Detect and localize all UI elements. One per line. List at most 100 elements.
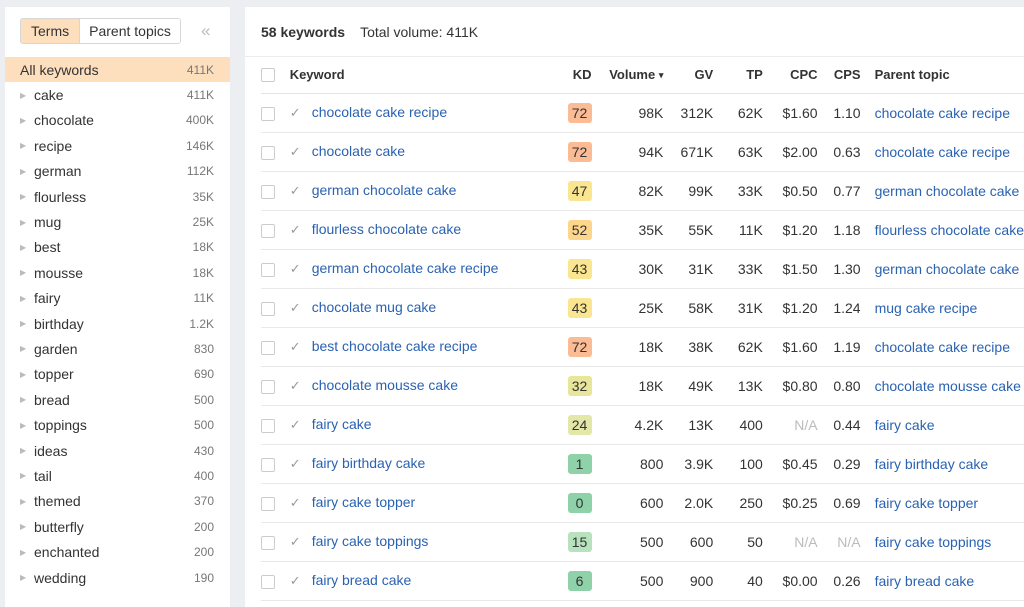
keyword-link[interactable]: german chocolate cake recipe: [312, 260, 499, 276]
row-checkbox[interactable]: [261, 496, 275, 511]
col-volume[interactable]: Volume ▾: [598, 56, 671, 94]
tree-item-label: best: [34, 239, 61, 256]
tree-item-label: toppings: [34, 417, 87, 434]
parent-topic-link[interactable]: chocolate mousse cake: [875, 378, 1021, 394]
expand-arrow-icon[interactable]: ▶: [20, 471, 34, 480]
tree-item-label: chocolate: [34, 112, 94, 129]
expand-arrow-icon[interactable]: ▶: [20, 395, 34, 404]
expand-arrow-icon[interactable]: ▶: [20, 319, 34, 328]
expand-arrow-icon[interactable]: ▶: [20, 497, 34, 506]
tree-item[interactable]: ▶ bread 500: [5, 387, 230, 412]
parent-topic-link[interactable]: chocolate cake recipe: [875, 144, 1010, 160]
expand-arrow-icon[interactable]: ▶: [20, 116, 34, 125]
tab-parent-topics[interactable]: Parent topics: [80, 19, 180, 43]
tree-item[interactable]: ▶ german 112K: [5, 159, 230, 184]
tree-item[interactable]: ▶ flourless 35K: [5, 184, 230, 209]
tree-item[interactable]: ▶ mug 25K: [5, 209, 230, 234]
parent-topic-link[interactable]: fairy bread cake: [875, 573, 975, 589]
row-checkbox[interactable]: [261, 106, 275, 121]
parent-topic-link[interactable]: german chocolate cake: [875, 183, 1020, 199]
table-row: ✓ german chocolate cake 47 82K 99K 33K $0.50 0.…: [261, 171, 1024, 211]
keyword-link[interactable]: best chocolate cake recipe: [312, 338, 478, 354]
keyword-link[interactable]: chocolate cake: [312, 143, 405, 159]
expand-arrow-icon[interactable]: ▶: [20, 344, 34, 353]
tree-item[interactable]: ▶ ideas 430: [5, 438, 230, 463]
row-checkbox[interactable]: [261, 145, 275, 160]
tree-item[interactable]: ▶ chocolate 400K: [5, 108, 230, 133]
row-checkbox[interactable]: [261, 457, 275, 472]
col-tp[interactable]: TP: [720, 56, 770, 94]
tree-item[interactable]: ▶ enchanted 200: [5, 539, 230, 564]
parent-topic-link[interactable]: chocolate cake recipe: [875, 105, 1010, 121]
parent-topic-link[interactable]: chocolate cake recipe: [875, 339, 1010, 355]
col-keyword[interactable]: Keyword: [282, 56, 551, 94]
tree-item[interactable]: ▶ best 18K: [5, 235, 230, 260]
keyword-link[interactable]: chocolate mug cake: [312, 299, 437, 315]
keyword-link[interactable]: fairy bread cake: [312, 572, 412, 588]
row-checkbox[interactable]: [261, 535, 275, 550]
tree-item[interactable]: ▶ tail 400: [5, 463, 230, 488]
expand-arrow-icon[interactable]: ▶: [20, 192, 34, 201]
collapse-sidebar-icon[interactable]: «: [201, 22, 210, 39]
parent-topic-link[interactable]: mug cake recipe: [875, 300, 978, 316]
row-checkbox[interactable]: [261, 574, 275, 589]
col-kd[interactable]: KD: [550, 56, 599, 94]
tree-item[interactable]: ▶ cake 411K: [5, 82, 230, 107]
row-checkbox[interactable]: [261, 418, 275, 433]
col-gv[interactable]: GV: [670, 56, 721, 94]
expand-arrow-icon[interactable]: ▶: [20, 573, 34, 582]
keyword-link[interactable]: flourless chocolate cake: [312, 221, 461, 237]
select-all-checkbox[interactable]: [261, 68, 275, 83]
keyword-link[interactable]: german chocolate cake: [312, 182, 457, 198]
parent-topic-link[interactable]: fairy cake topper: [875, 495, 979, 511]
tree-item[interactable]: ▶ butterfly 200: [5, 514, 230, 539]
tree-item[interactable]: ▶ fairy 11K: [5, 286, 230, 311]
row-checkbox[interactable]: [261, 301, 275, 316]
tree-item[interactable]: ▶ garden 830: [5, 336, 230, 361]
row-checkbox[interactable]: [261, 223, 275, 238]
expand-arrow-icon[interactable]: ▶: [20, 268, 34, 277]
keyword-link[interactable]: fairy cake topper: [312, 494, 416, 510]
expand-arrow-icon[interactable]: ▶: [20, 141, 34, 150]
expand-arrow-icon[interactable]: ▶: [20, 548, 34, 557]
expand-arrow-icon[interactable]: ▶: [20, 294, 34, 303]
parent-topic-link[interactable]: german chocolate cake: [875, 261, 1020, 277]
row-checkbox[interactable]: [261, 340, 275, 355]
tree-item[interactable]: ▶ wedding 190: [5, 565, 230, 590]
parent-topic-cell: chocolate cake recipe: [867, 132, 1024, 172]
keyword-link[interactable]: chocolate mousse cake: [312, 377, 458, 393]
col-cps[interactable]: CPS: [824, 56, 868, 94]
col-parent-topic[interactable]: Parent topic: [867, 56, 1024, 94]
tree-item-label: topper: [34, 366, 74, 383]
row-checkbox[interactable]: [261, 262, 275, 277]
expand-arrow-icon[interactable]: ▶: [20, 243, 34, 252]
expand-arrow-icon[interactable]: ▶: [20, 446, 34, 455]
row-checkbox[interactable]: [261, 379, 275, 394]
tree-item[interactable]: ▶ toppings 500: [5, 412, 230, 437]
expand-arrow-icon[interactable]: ▶: [20, 370, 34, 379]
check-icon: ✓: [289, 144, 301, 159]
tree-item[interactable]: ▶ themed 370: [5, 489, 230, 514]
tree-item[interactable]: ▶ recipe 146K: [5, 133, 230, 158]
tree-item-all-keywords[interactable]: All keywords 411K: [5, 57, 230, 83]
expand-arrow-icon[interactable]: ▶: [20, 167, 34, 176]
tree-item[interactable]: ▶ birthday 1.2K: [5, 311, 230, 336]
row-select-cell: [261, 366, 283, 406]
parent-topic-link[interactable]: fairy birthday cake: [875, 456, 989, 472]
parent-topic-link[interactable]: flourless chocolate cake: [875, 222, 1024, 238]
keyword-link[interactable]: fairy birthday cake: [312, 455, 426, 471]
parent-topic-link[interactable]: fairy cake: [875, 417, 935, 433]
parent-topic-link[interactable]: fairy cake toppings: [875, 534, 992, 550]
col-cpc[interactable]: CPC: [769, 56, 825, 94]
keyword-link[interactable]: fairy cake toppings: [312, 533, 429, 549]
expand-arrow-icon[interactable]: ▶: [20, 91, 34, 100]
expand-arrow-icon[interactable]: ▶: [20, 522, 34, 531]
tree-item[interactable]: ▶ mousse 18K: [5, 260, 230, 285]
keyword-link[interactable]: fairy cake: [312, 416, 372, 432]
tab-terms[interactable]: Terms: [21, 19, 81, 43]
tree-item[interactable]: ▶ topper 690: [5, 362, 230, 387]
expand-arrow-icon[interactable]: ▶: [20, 421, 34, 430]
row-checkbox[interactable]: [261, 184, 275, 199]
keyword-link[interactable]: chocolate cake recipe: [312, 104, 447, 120]
expand-arrow-icon[interactable]: ▶: [20, 218, 34, 227]
